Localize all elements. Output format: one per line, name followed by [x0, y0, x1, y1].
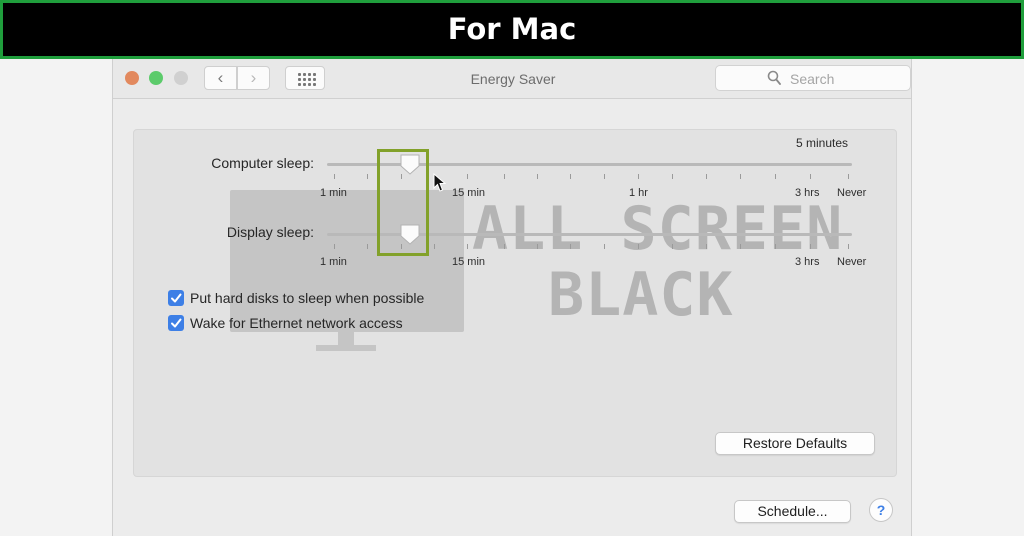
display-sleep-tick-15min: 15 min	[452, 256, 486, 268]
watermark-monitor-stand	[338, 332, 354, 346]
show-all-button[interactable]	[285, 66, 325, 90]
display-sleep-tick-mark	[604, 244, 605, 249]
computer-sleep-tick-mark	[467, 174, 468, 179]
computer-sleep-tick-mark	[537, 174, 538, 179]
display-sleep-tick-mark	[775, 244, 776, 249]
computer-sleep-tick-15min: 15 min	[452, 187, 486, 199]
hard-disks-checkbox[interactable]	[168, 290, 184, 306]
display-sleep-tick-3hrs: 3 hrs	[795, 256, 820, 268]
computer-sleep-tick-3hrs: 3 hrs	[795, 187, 820, 199]
banner-title: For Mac	[447, 12, 577, 46]
schedule-button[interactable]: Schedule...	[734, 500, 851, 523]
computer-sleep-tick-never: Never	[837, 187, 867, 199]
display-sleep-tick-mark	[434, 244, 435, 249]
watermark-text-line1: ALL SCREEN	[472, 194, 844, 264]
ethernet-label: Wake for Ethernet network access	[190, 315, 403, 331]
back-icon: ‹	[217, 68, 224, 87]
display-sleep-tick-never: Never	[837, 256, 867, 268]
computer-sleep-tick-mark	[706, 174, 707, 179]
display-sleep-tick-mark	[367, 244, 368, 249]
display-sleep-label: Display sleep:	[226, 224, 314, 240]
hard-disks-option[interactable]: Put hard disks to sleep when possible	[168, 289, 468, 307]
window-title: Energy Saver	[470, 71, 556, 87]
computer-sleep-tick-mark	[672, 174, 673, 179]
display-sleep-tick-mark	[706, 244, 707, 249]
computer-sleep-tick-mark	[504, 174, 505, 179]
title-bar: ‹ › Energy Saver Search	[113, 59, 911, 99]
display-sleep-tick-1min: 1 min	[320, 256, 347, 268]
help-icon[interactable]: ?	[869, 498, 893, 522]
computer-sleep-tick-mark	[570, 174, 571, 179]
search-placeholder: Search	[790, 71, 835, 87]
computer-sleep-tick-mark	[367, 174, 368, 179]
back-button[interactable]: ‹	[204, 66, 237, 90]
banner: For Mac	[0, 0, 1024, 59]
watermark-monitor-base	[316, 345, 376, 351]
computer-sleep-value: 5 minutes	[796, 136, 849, 150]
computer-sleep-tick-1min: 1 min	[320, 187, 347, 199]
computer-sleep-tick-mark	[810, 174, 811, 179]
forward-button[interactable]: ›	[237, 66, 270, 90]
search-icon	[767, 70, 781, 85]
computer-sleep-tick-mark	[604, 174, 605, 179]
computer-sleep-tick-mark	[638, 174, 639, 179]
display-sleep-tick-mark	[570, 244, 571, 249]
display-sleep-tick-mark	[672, 244, 673, 249]
checkmark-icon	[171, 293, 182, 303]
thumb-highlight-box	[377, 149, 429, 256]
display-sleep-tick-mark	[334, 244, 335, 249]
computer-sleep-label: Computer sleep:	[211, 155, 314, 171]
hard-disks-label: Put hard disks to sleep when possible	[190, 290, 425, 306]
forward-icon: ›	[250, 68, 257, 87]
page: For Mac ‹ › Energy Saver Search ALL SCRE…	[0, 0, 1024, 536]
restore-defaults-button[interactable]: Restore Defaults	[715, 432, 875, 455]
watermark-text-line2: BLACK	[548, 260, 734, 330]
checkmark-icon	[171, 318, 182, 328]
pointer-cursor-icon	[433, 173, 447, 192]
display-sleep-tick-mark	[504, 244, 505, 249]
display-sleep-tick-mark	[848, 244, 849, 249]
ethernet-checkbox[interactable]	[168, 315, 184, 331]
zoom-window-button[interactable]	[174, 71, 188, 85]
computer-sleep-tick-1hr: 1 hr	[629, 187, 648, 199]
search-field[interactable]: Search	[715, 65, 911, 91]
computer-sleep-tick-mark	[775, 174, 776, 179]
computer-sleep-tick-mark	[740, 174, 741, 179]
display-sleep-tick-mark	[537, 244, 538, 249]
computer-sleep-tick-mark	[848, 174, 849, 179]
display-sleep-tick-mark	[810, 244, 811, 249]
close-window-button[interactable]	[125, 71, 139, 85]
display-sleep-tick-mark	[740, 244, 741, 249]
ethernet-option[interactable]: Wake for Ethernet network access	[168, 314, 468, 332]
display-sleep-tick-mark	[467, 244, 468, 249]
minimize-window-button[interactable]	[149, 71, 163, 85]
computer-sleep-tick-mark	[334, 174, 335, 179]
display-sleep-tick-mark	[638, 244, 639, 249]
